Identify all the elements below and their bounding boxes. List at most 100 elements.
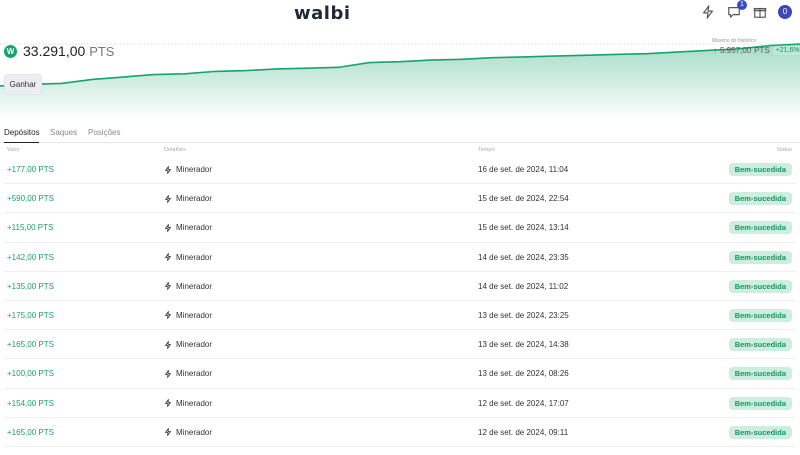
lightning-icon (165, 428, 171, 437)
status-badge: Bem-sucedida (728, 163, 792, 176)
active-tab-indicator (4, 142, 39, 143)
status-badge: Bem-sucedida (728, 338, 792, 352)
row-amount: +177,00 PTS (7, 165, 54, 174)
row-detail: Minerador (164, 359, 212, 388)
row-detail-label: Minerador (176, 340, 213, 350)
area-fill (0, 44, 800, 120)
balance-chart (0, 40, 800, 120)
row-time: 15 de set. de 2024, 22:54 (478, 194, 569, 204)
balance-display: W 33.291,00 PTS (4, 43, 114, 59)
row-amount: +154,00 PTS (7, 398, 54, 408)
lightning-icon (165, 223, 171, 232)
row-amount: +165,00 PTS (7, 340, 54, 350)
peak-value: ↑ 5.957,00 PTS +21,6% (713, 46, 800, 55)
row-amount: +175,00 PTS (7, 310, 54, 320)
row-detail-label: Minerador (176, 427, 213, 437)
status-badge: Bem-sucedida (728, 308, 792, 322)
row-detail: Minerador (164, 389, 212, 418)
row-amount: +135,00 PTS (7, 281, 54, 291)
lightning-icon[interactable] (700, 4, 716, 20)
table-row[interactable]: +142,00 PTS Minerador 14 de set. de 2024, … (4, 243, 796, 272)
row-detail-label: Minerador (176, 252, 213, 262)
row-amount: +100,00 PTS (7, 369, 54, 379)
tab-deposits[interactable]: Depósitos (4, 128, 40, 137)
walbi-logo[interactable]: walbi (294, 3, 351, 24)
row-amount: +115,00 PTS (7, 223, 54, 233)
tabs: Depósitos Saques Posições (0, 126, 800, 143)
row-amount: +165,00 PTS (7, 427, 54, 437)
table-row[interactable]: +175,00 PTS Minerador 13 de set. de 2024, … (4, 301, 796, 331)
row-detail: Minerador (164, 418, 212, 447)
peak-unit: PTS (754, 46, 770, 55)
row-detail-label: Minerador (176, 165, 213, 174)
balance-area-chart (0, 43, 800, 120)
row-detail-label: Minerador (176, 398, 213, 408)
table-row[interactable]: +177,00 PTS Minerador 16 de set. de 2024, … (4, 155, 796, 185)
lightning-icon (165, 399, 171, 407)
walbi-coin-icon: W (4, 44, 17, 58)
lightning-icon (165, 253, 171, 261)
peak-change-badge: +21,6% (772, 46, 800, 55)
column-header-amount: Valor (7, 147, 20, 153)
table-row[interactable]: +165,00 PTS Minerador 12 de set. de 2024, … (4, 418, 796, 447)
notification-badge: 1 (737, 0, 747, 10)
row-detail: Minerador (164, 213, 212, 242)
status-badge: Bem-sucedida (728, 221, 792, 235)
row-time: 14 de set. de 2024, 11:02 (478, 281, 569, 291)
lightning-icon (165, 165, 171, 174)
column-header-details: Detalhes (164, 147, 186, 153)
row-detail-label: Minerador (176, 194, 213, 204)
table-row[interactable]: +100,00 PTS Minerador 13 de set. de 2024, … (4, 359, 796, 389)
gift-icon[interactable] (752, 4, 768, 20)
tab-positions[interactable]: Posições (88, 128, 120, 137)
row-detail-label: Minerador (176, 310, 213, 320)
chat-icon[interactable]: 1 (726, 0, 747, 20)
table-row[interactable]: +135,00 PTS Minerador 14 de set. de 2024, … (4, 272, 796, 301)
top-icons: 1 0 (700, 0, 792, 20)
status-badge: Bem-sucedida (728, 250, 792, 264)
top-bar: walbi 1 0 (0, 0, 800, 26)
column-header-status: Status (776, 147, 792, 153)
tab-withdrawals[interactable]: Saques (50, 128, 77, 137)
row-time: 16 de set. de 2024, 11:04 (478, 165, 569, 174)
lightning-icon (165, 369, 171, 378)
table-row[interactable]: +165,00 PTS Minerador 13 de set. de 2024, … (4, 330, 796, 360)
peak-label: Máximo do histórico (712, 38, 757, 44)
row-time: 14 de set. de 2024, 23:35 (478, 252, 569, 262)
avatar[interactable]: 0 (778, 5, 792, 19)
table-row[interactable]: +115,00 PTS Minerador 15 de set. de 2024, … (4, 213, 796, 243)
lightning-icon (165, 311, 171, 320)
row-detail: Minerador (164, 330, 212, 359)
row-detail: Minerador (164, 272, 212, 301)
status-badge: Bem-sucedida (728, 279, 792, 293)
row-detail: Minerador (164, 301, 212, 330)
row-detail-label: Minerador (176, 223, 213, 233)
row-time: 12 de set. de 2024, 17:07 (478, 398, 569, 408)
arrow-up-icon: ↑ (713, 46, 717, 55)
row-detail: Minerador (164, 184, 212, 213)
status-badge: Bem-sucedida (728, 192, 792, 206)
status-badge: Bem-sucedida (728, 367, 792, 381)
earn-button[interactable]: Ganhar (4, 74, 42, 95)
column-header-time: Tempo (478, 147, 495, 153)
row-time: 13 de set. de 2024, 23:25 (478, 310, 569, 320)
table-row[interactable]: +154,00 PTS Minerador 12 de set. de 2024, … (4, 389, 796, 418)
row-amount: +142,00 PTS (7, 252, 54, 262)
lightning-icon (165, 194, 171, 203)
table-row[interactable]: +590,00 PTS Minerador 15 de set. de 2024, … (4, 184, 796, 214)
transactions-table: +177,00 PTS Minerador 16 de set. de 2024, … (0, 155, 800, 447)
row-detail-label: Minerador (176, 369, 213, 379)
row-detail-label: Minerador (176, 281, 213, 291)
row-time: 13 de set. de 2024, 14:38 (478, 340, 569, 350)
row-time: 13 de set. de 2024, 08:26 (478, 369, 569, 379)
lightning-icon (165, 340, 171, 349)
peak-amount: 5.957,00 (720, 46, 752, 55)
row-time: 15 de set. de 2024, 13:14 (478, 223, 569, 233)
row-amount: +590,00 PTS (7, 194, 54, 204)
balance-value: 33.291,00 (23, 43, 86, 59)
row-detail: Minerador (164, 155, 212, 184)
row-detail: Minerador (164, 243, 212, 272)
row-time: 12 de set. de 2024, 09:11 (478, 427, 569, 437)
status-badge: Bem-sucedida (728, 425, 792, 439)
status-badge: Bem-sucedida (728, 396, 792, 410)
